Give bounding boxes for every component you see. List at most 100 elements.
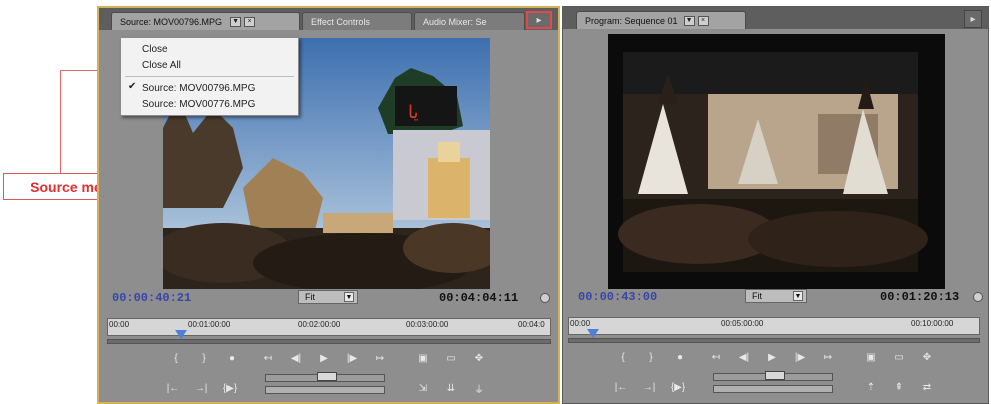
play-icon[interactable]: ▶ xyxy=(763,351,781,364)
jog-disk[interactable] xyxy=(713,385,833,393)
program-settings-tool-icon[interactable]: ✥ xyxy=(919,351,935,364)
goto-next-edit-icon[interactable]: →| xyxy=(641,381,657,394)
goto-out-icon[interactable]: ↦ xyxy=(371,352,389,365)
tab-source[interactable]: Source: MOV00796.MPG ▼ × xyxy=(111,12,300,30)
menu-item-close[interactable]: Close xyxy=(121,41,298,57)
safe-margins-icon[interactable]: ▣ xyxy=(863,351,879,364)
source-zoom-value: Fit xyxy=(305,292,315,302)
program-playhead[interactable] xyxy=(586,329,599,338)
source-dropdown-menu: Close Close All ✔ Source: MOV00796.MPG S… xyxy=(120,37,299,116)
program-zoom-scrollbar[interactable] xyxy=(568,338,980,343)
goto-previous-edit-icon[interactable]: |← xyxy=(165,382,181,395)
jog-disk[interactable] xyxy=(265,386,385,394)
shuttle-thumb[interactable] xyxy=(765,371,785,380)
program-zoom-value: Fit xyxy=(752,291,762,301)
tab-program-dropdown-icon[interactable]: ▼ xyxy=(683,15,695,26)
set-out-point-icon[interactable]: } xyxy=(644,351,658,364)
chevron-down-icon: ▼ xyxy=(793,291,803,301)
step-back-icon[interactable]: ◀| xyxy=(735,351,753,364)
play-icon[interactable]: ▶ xyxy=(315,352,333,365)
toggle-take-audio-video-icon[interactable]: ⏚ xyxy=(471,382,487,396)
output-icon[interactable]: ▭ xyxy=(443,352,459,365)
program-time-ruler[interactable]: 00:00 00:05:00:00 00:10:00:00 xyxy=(568,317,980,335)
menu-item-source-clip-1[interactable]: ✔ Source: MOV00796.MPG xyxy=(121,80,298,96)
program-zoom-select[interactable]: Fit ▼ xyxy=(745,289,807,303)
program-video-frame xyxy=(608,34,945,289)
program-ruler-label: 00:05:00:00 xyxy=(721,319,764,328)
tab-program-label: Program: Sequence 01 xyxy=(585,15,678,26)
program-current-timecode[interactable]: 00:00:43:00 xyxy=(578,290,657,304)
panel-menu-arrow-icon: ▸ xyxy=(536,14,542,26)
tab-audio-mixer-label: Audio Mixer: Se xyxy=(423,16,487,27)
extract-icon[interactable]: ⇞ xyxy=(891,381,907,394)
step-forward-icon[interactable]: |▶ xyxy=(343,352,361,365)
menu-item-source-clip-2[interactable]: Source: MOV00776.MPG xyxy=(121,96,298,112)
panel-menu-button[interactable]: ▸ xyxy=(526,11,552,29)
program-ruler-label: 00:00 xyxy=(570,319,591,328)
program-ruler-label: 00:10:00:00 xyxy=(911,319,954,328)
menu-item-label: Source: MOV00776.MPG xyxy=(142,98,256,110)
goto-out-icon[interactable]: ↦ xyxy=(819,351,837,364)
program-duration-timecode: 00:01:20:13 xyxy=(880,290,960,304)
menu-item-label: Close xyxy=(142,43,168,55)
program-monitor-panel: Program: Sequence 01 ▼ × ▸ 00:00:43:00 F… xyxy=(562,6,989,404)
goto-next-edit-icon[interactable]: →| xyxy=(193,382,209,395)
goto-in-icon[interactable]: ↤ xyxy=(707,351,725,364)
step-forward-icon[interactable]: |▶ xyxy=(791,351,809,364)
trim-icon[interactable]: ⇄ xyxy=(919,381,935,394)
tab-program-close-icon[interactable]: × xyxy=(697,15,709,26)
source-ruler-label: 00:01:00:00 xyxy=(188,320,231,329)
source-settings-tool-icon[interactable]: ✥ xyxy=(471,352,487,365)
source-ruler-label: 00:04:0 xyxy=(518,320,545,329)
lift-icon[interactable]: ⇡ xyxy=(863,381,879,394)
chevron-down-icon: ▼ xyxy=(344,292,354,302)
source-zoom-scrollbar[interactable] xyxy=(107,339,551,344)
shuttle-thumb[interactable] xyxy=(317,372,337,381)
play-in-to-out-icon[interactable]: {▶} xyxy=(669,381,687,394)
goto-in-icon[interactable]: ↤ xyxy=(259,352,277,365)
overlay-icon[interactable]: ⇊ xyxy=(443,382,459,395)
tab-source-label: Source: MOV00796.MPG xyxy=(120,16,223,27)
menu-item-close-all[interactable]: Close All xyxy=(121,57,298,73)
menu-separator xyxy=(125,76,294,77)
tab-effect-controls[interactable]: Effect Controls xyxy=(302,12,412,30)
marker-icon[interactable]: ● xyxy=(225,352,239,365)
shuttle-slider[interactable] xyxy=(713,371,833,381)
tab-program[interactable]: Program: Sequence 01 ▼ × xyxy=(576,11,746,29)
tab-source-close-icon[interactable]: × xyxy=(244,16,256,27)
svg-text:يا: يا xyxy=(408,102,419,123)
source-tab-bar: Source: MOV00796.MPG ▼ × Effect Controls… xyxy=(99,8,558,30)
source-ruler-label: 00:00 xyxy=(109,320,130,329)
program-panel-menu-button[interactable]: ▸ xyxy=(964,10,982,28)
insert-icon[interactable]: ⇲ xyxy=(415,382,431,395)
program-settings-icon[interactable] xyxy=(973,292,983,302)
program-video-image xyxy=(618,52,928,272)
tab-source-dropdown-icon[interactable]: ▼ xyxy=(230,16,242,27)
tab-effect-controls-label: Effect Controls xyxy=(311,16,370,27)
checkmark-icon: ✔ xyxy=(128,81,137,92)
marker-icon[interactable]: ● xyxy=(673,351,687,364)
source-zoom-select[interactable]: Fit ▼ xyxy=(298,290,358,304)
program-tab-bar: Program: Sequence 01 ▼ × ▸ xyxy=(563,7,988,29)
step-back-icon[interactable]: ◀| xyxy=(287,352,305,365)
source-duration-timecode: 00:04:04:11 xyxy=(439,291,519,305)
source-ruler-label: 00:02:00:00 xyxy=(298,320,341,329)
play-in-to-out-icon[interactable]: {▶} xyxy=(221,382,239,395)
set-in-point-icon[interactable]: { xyxy=(616,351,630,364)
goto-previous-edit-icon[interactable]: |← xyxy=(613,381,629,394)
tab-audio-mixer[interactable]: Audio Mixer: Se xyxy=(414,12,525,30)
source-current-timecode[interactable]: 00:00:40:21 xyxy=(112,291,191,305)
output-icon[interactable]: ▭ xyxy=(891,351,907,364)
menu-item-label: Source: MOV00796.MPG xyxy=(142,82,256,94)
callout-leader-vertical xyxy=(60,70,61,174)
source-time-ruler[interactable]: 00:00 00:01:00:00 00:02:00:00 00:03:00:0… xyxy=(107,318,551,336)
menu-item-label: Close All xyxy=(142,59,181,71)
set-out-point-icon[interactable]: } xyxy=(197,352,211,365)
source-playhead[interactable] xyxy=(175,330,188,339)
source-settings-icon[interactable] xyxy=(540,293,550,303)
source-ruler-label: 00:03:00:00 xyxy=(406,320,449,329)
shuttle-slider[interactable] xyxy=(265,372,385,382)
set-in-point-icon[interactable]: { xyxy=(169,352,183,365)
safe-margins-icon[interactable]: ▣ xyxy=(415,352,431,365)
panel-menu-arrow-icon: ▸ xyxy=(970,13,976,25)
